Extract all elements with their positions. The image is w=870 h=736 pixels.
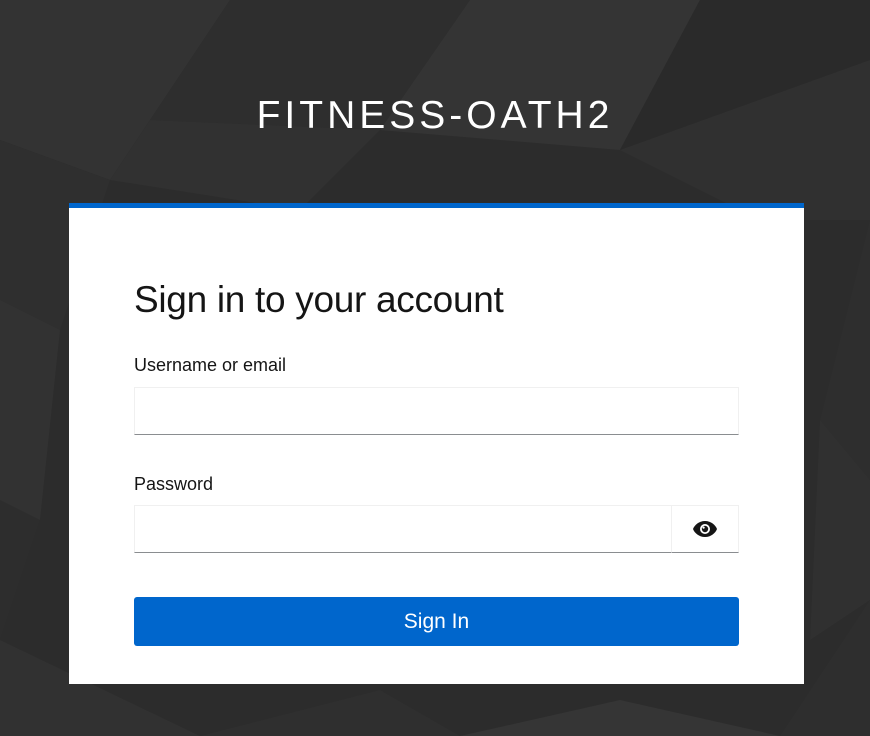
password-label: Password (134, 474, 214, 494)
sign-in-button[interactable]: Sign In (134, 597, 739, 646)
realm-title: FITNESS-OATH2 (256, 94, 614, 137)
show-password-button[interactable] (671, 505, 739, 553)
username-label: Username or email (134, 355, 287, 375)
page-title: Sign in to your account (134, 279, 504, 320)
password-input[interactable] (134, 505, 672, 553)
username-input[interactable] (134, 387, 739, 435)
eye-icon (693, 521, 717, 537)
login-card: Sign in to your account Username or emai… (69, 203, 804, 684)
